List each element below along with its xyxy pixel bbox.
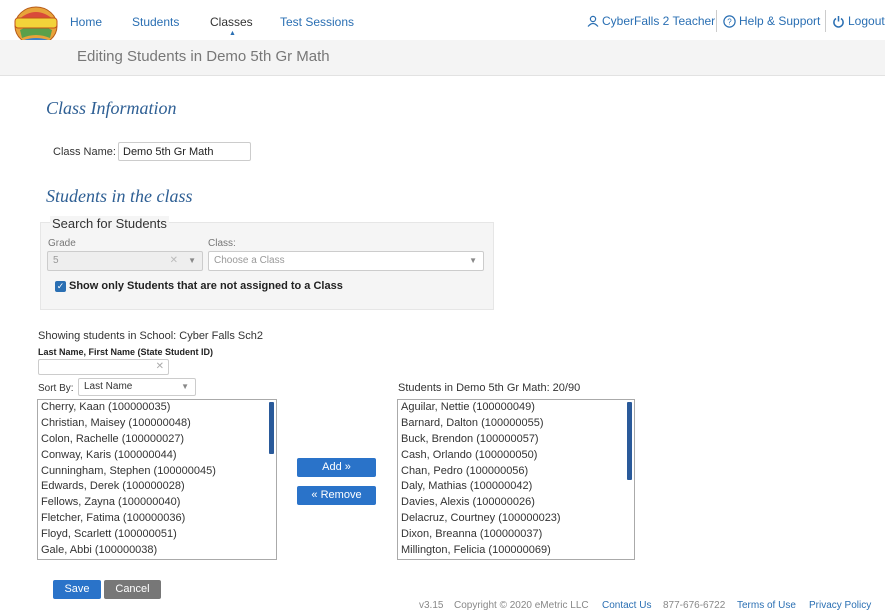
list-item[interactable]: Fletcher, Fatima (100000036) [38, 511, 276, 527]
scrollbar-thumb[interactable] [269, 402, 274, 454]
list-item[interactable]: Cherry, Kaan (100000035) [38, 400, 276, 416]
class-name-input[interactable] [118, 142, 251, 161]
list-item[interactable]: Edwards, Derek (100000028) [38, 479, 276, 495]
nav-divider [716, 10, 717, 32]
list-item[interactable]: Barnard, Dalton (100000055) [398, 416, 634, 432]
chevron-down-icon: ▼ [188, 256, 196, 265]
nav-test-sessions[interactable]: Test Sessions [280, 15, 354, 29]
nav-home[interactable]: Home [70, 15, 102, 29]
nav-students[interactable]: Students [132, 15, 179, 29]
copyright-text: Copyright © 2020 eMetric LLC [454, 600, 589, 611]
page-title: Editing Students in Demo 5th Gr Math [77, 48, 330, 65]
help-support-link[interactable]: ? Help & Support [723, 14, 820, 28]
list-item[interactable]: Cunningham, Stephen (100000045) [38, 464, 276, 480]
user-icon [587, 15, 599, 27]
list-item[interactable]: Daly, Mathias (100000042) [398, 479, 634, 495]
list-item[interactable]: Davies, Alexis (100000026) [398, 495, 634, 511]
user-menu[interactable]: CyberFalls 2 Teacher [587, 14, 715, 28]
list-item[interactable]: Aguilar, Nettie (100000049) [398, 400, 634, 416]
list-item[interactable]: Millington, Felicia (100000069) [398, 543, 634, 559]
active-caret-icon: ▲ [229, 30, 236, 37]
clear-icon[interactable]: ✕ [156, 361, 164, 372]
list-item[interactable]: Delacruz, Courtney (100000023) [398, 511, 634, 527]
school-showing-text: Showing students in School: Cyber Falls … [38, 330, 264, 342]
sort-by-value: Last Name [84, 381, 133, 392]
chevron-down-icon: ▼ [469, 256, 477, 265]
grade-value: 5 [53, 255, 59, 266]
cancel-button[interactable]: Cancel [104, 580, 161, 599]
grade-select[interactable]: 5 ✕ ▼ [47, 251, 203, 271]
unassigned-only-checkbox[interactable]: ✓ [55, 281, 66, 292]
list-item[interactable]: Colon, Rachelle (100000027) [38, 432, 276, 448]
search-students-title: Search for Students [50, 216, 169, 231]
privacy-policy-link[interactable]: Privacy Policy [809, 600, 871, 611]
help-icon: ? [723, 14, 736, 28]
class-information-heading: Class Information [46, 98, 177, 118]
chevron-down-icon: ▼ [181, 382, 189, 391]
save-button[interactable]: Save [53, 580, 101, 599]
help-support-label: Help & Support [739, 14, 821, 28]
contact-us-link[interactable]: Contact Us [602, 600, 651, 611]
list-item[interactable]: Buck, Brendon (100000057) [398, 432, 634, 448]
class-filter-placeholder: Choose a Class [214, 255, 285, 266]
scrollbar-thumb[interactable] [627, 402, 632, 480]
list-item[interactable]: Chan, Pedro (100000056) [398, 464, 634, 480]
logout-label: Logout [848, 14, 885, 28]
power-icon [833, 15, 844, 28]
class-name-label: Class Name: [53, 146, 116, 158]
list-item[interactable]: Gale, Abbi (100000038) [38, 543, 276, 559]
nav-divider [825, 10, 826, 32]
remove-button[interactable]: « Remove [297, 486, 376, 505]
available-students-list[interactable]: Cherry, Kaan (100000035) Christian, Mais… [37, 399, 277, 560]
terms-of-use-link[interactable]: Terms of Use [737, 600, 796, 611]
list-item[interactable]: Dixon, Breanna (100000037) [398, 527, 634, 543]
phone-number: 877-676-6722 [663, 600, 726, 611]
student-filter-label: Last Name, First Name (State Student ID) [38, 347, 214, 357]
class-filter-select[interactable]: Choose a Class ▼ [208, 251, 484, 271]
list-item[interactable]: Floyd, Scarlett (100000051) [38, 527, 276, 543]
nav-classes[interactable]: Classes ▲ [210, 15, 253, 37]
class-filter-label: Class: [208, 238, 236, 249]
clear-icon[interactable]: ✕ [170, 255, 178, 266]
list-item[interactable]: Conway, Karis (100000044) [38, 448, 276, 464]
sort-by-select[interactable]: Last Name ▼ [78, 378, 196, 396]
logout-link[interactable]: Logout [832, 14, 885, 28]
version-text: v3.15 [419, 600, 444, 611]
unassigned-only-label: Show only Students that are not assigned… [69, 280, 343, 292]
user-name: CyberFalls 2 Teacher [602, 14, 716, 28]
grade-label: Grade [48, 238, 76, 249]
list-item[interactable]: Fellows, Zayna (100000040) [38, 495, 276, 511]
nav-classes-label: Classes [210, 15, 253, 29]
list-item[interactable]: Christian, Maisey (100000048) [38, 416, 276, 432]
class-students-list[interactable]: Aguilar, Nettie (100000049) Barnard, Dal… [397, 399, 635, 560]
sort-by-label: Sort By: [38, 383, 74, 394]
add-button[interactable]: Add » [297, 458, 376, 477]
student-filter-input[interactable]: ✕ [38, 359, 169, 375]
class-roster-title: Students in Demo 5th Gr Math: 20/90 [398, 382, 581, 394]
list-item[interactable]: Cash, Orlando (100000050) [398, 448, 634, 464]
students-in-class-heading: Students in the class [46, 186, 193, 206]
svg-text:?: ? [727, 17, 732, 26]
